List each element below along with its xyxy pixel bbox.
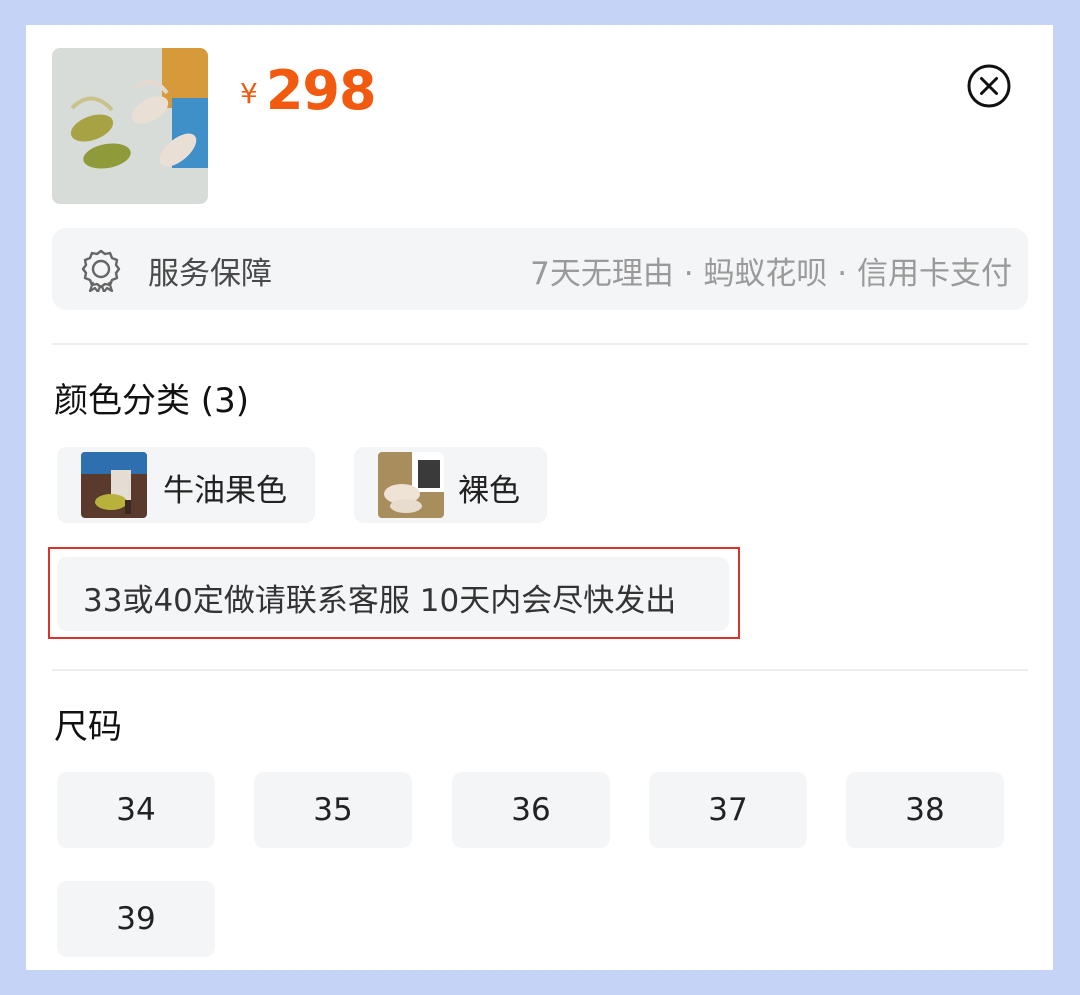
close-button[interactable]	[966, 63, 1012, 109]
service-guarantee-row[interactable]: 服务保障 7天无理由 · 蚂蚁花呗 · 信用卡支付	[52, 228, 1028, 310]
color-option-custom-note[interactable]: 33或40定做请联系客服 10天内会尽快发出	[57, 557, 729, 631]
price: ¥298	[240, 59, 377, 122]
color-section-title: 颜色分类 (3)	[54, 381, 249, 421]
sandal-photo-avocado	[81, 452, 147, 518]
color-option-avocado[interactable]: 牛油果色	[57, 447, 315, 523]
divider	[52, 343, 1028, 345]
divider	[52, 669, 1028, 671]
size-option-36[interactable]: 36	[452, 772, 610, 848]
price-amount: 298	[265, 59, 377, 122]
service-description: 7天无理由 · 蚂蚁花呗 · 信用卡支付	[530, 256, 1012, 292]
service-title: 服务保障	[148, 256, 272, 292]
size-option-35[interactable]: 35	[254, 772, 412, 848]
product-thumbnail[interactable]	[52, 48, 208, 204]
color-option-label: 牛油果色	[163, 473, 287, 509]
size-option-38[interactable]: 38	[846, 772, 1004, 848]
close-icon	[967, 64, 1011, 108]
size-option-34[interactable]: 34	[57, 772, 215, 848]
color-option-label: 裸色	[458, 473, 520, 509]
size-section-title: 尺码	[54, 707, 122, 747]
color-option-nude[interactable]: 裸色	[354, 447, 547, 523]
size-option-39[interactable]: 39	[57, 881, 215, 957]
custom-note-label: 33或40定做请联系客服 10天内会尽快发出	[83, 583, 677, 619]
currency-symbol: ¥	[240, 77, 258, 110]
sandal-photo-nude	[378, 452, 444, 518]
sku-selector-panel: ¥298 服务保障 7天无理由 · 蚂蚁花呗 · 信用卡支付 颜色分类 (3)	[26, 25, 1053, 970]
size-option-37[interactable]: 37	[649, 772, 807, 848]
badge-ribbon-icon	[81, 249, 121, 292]
